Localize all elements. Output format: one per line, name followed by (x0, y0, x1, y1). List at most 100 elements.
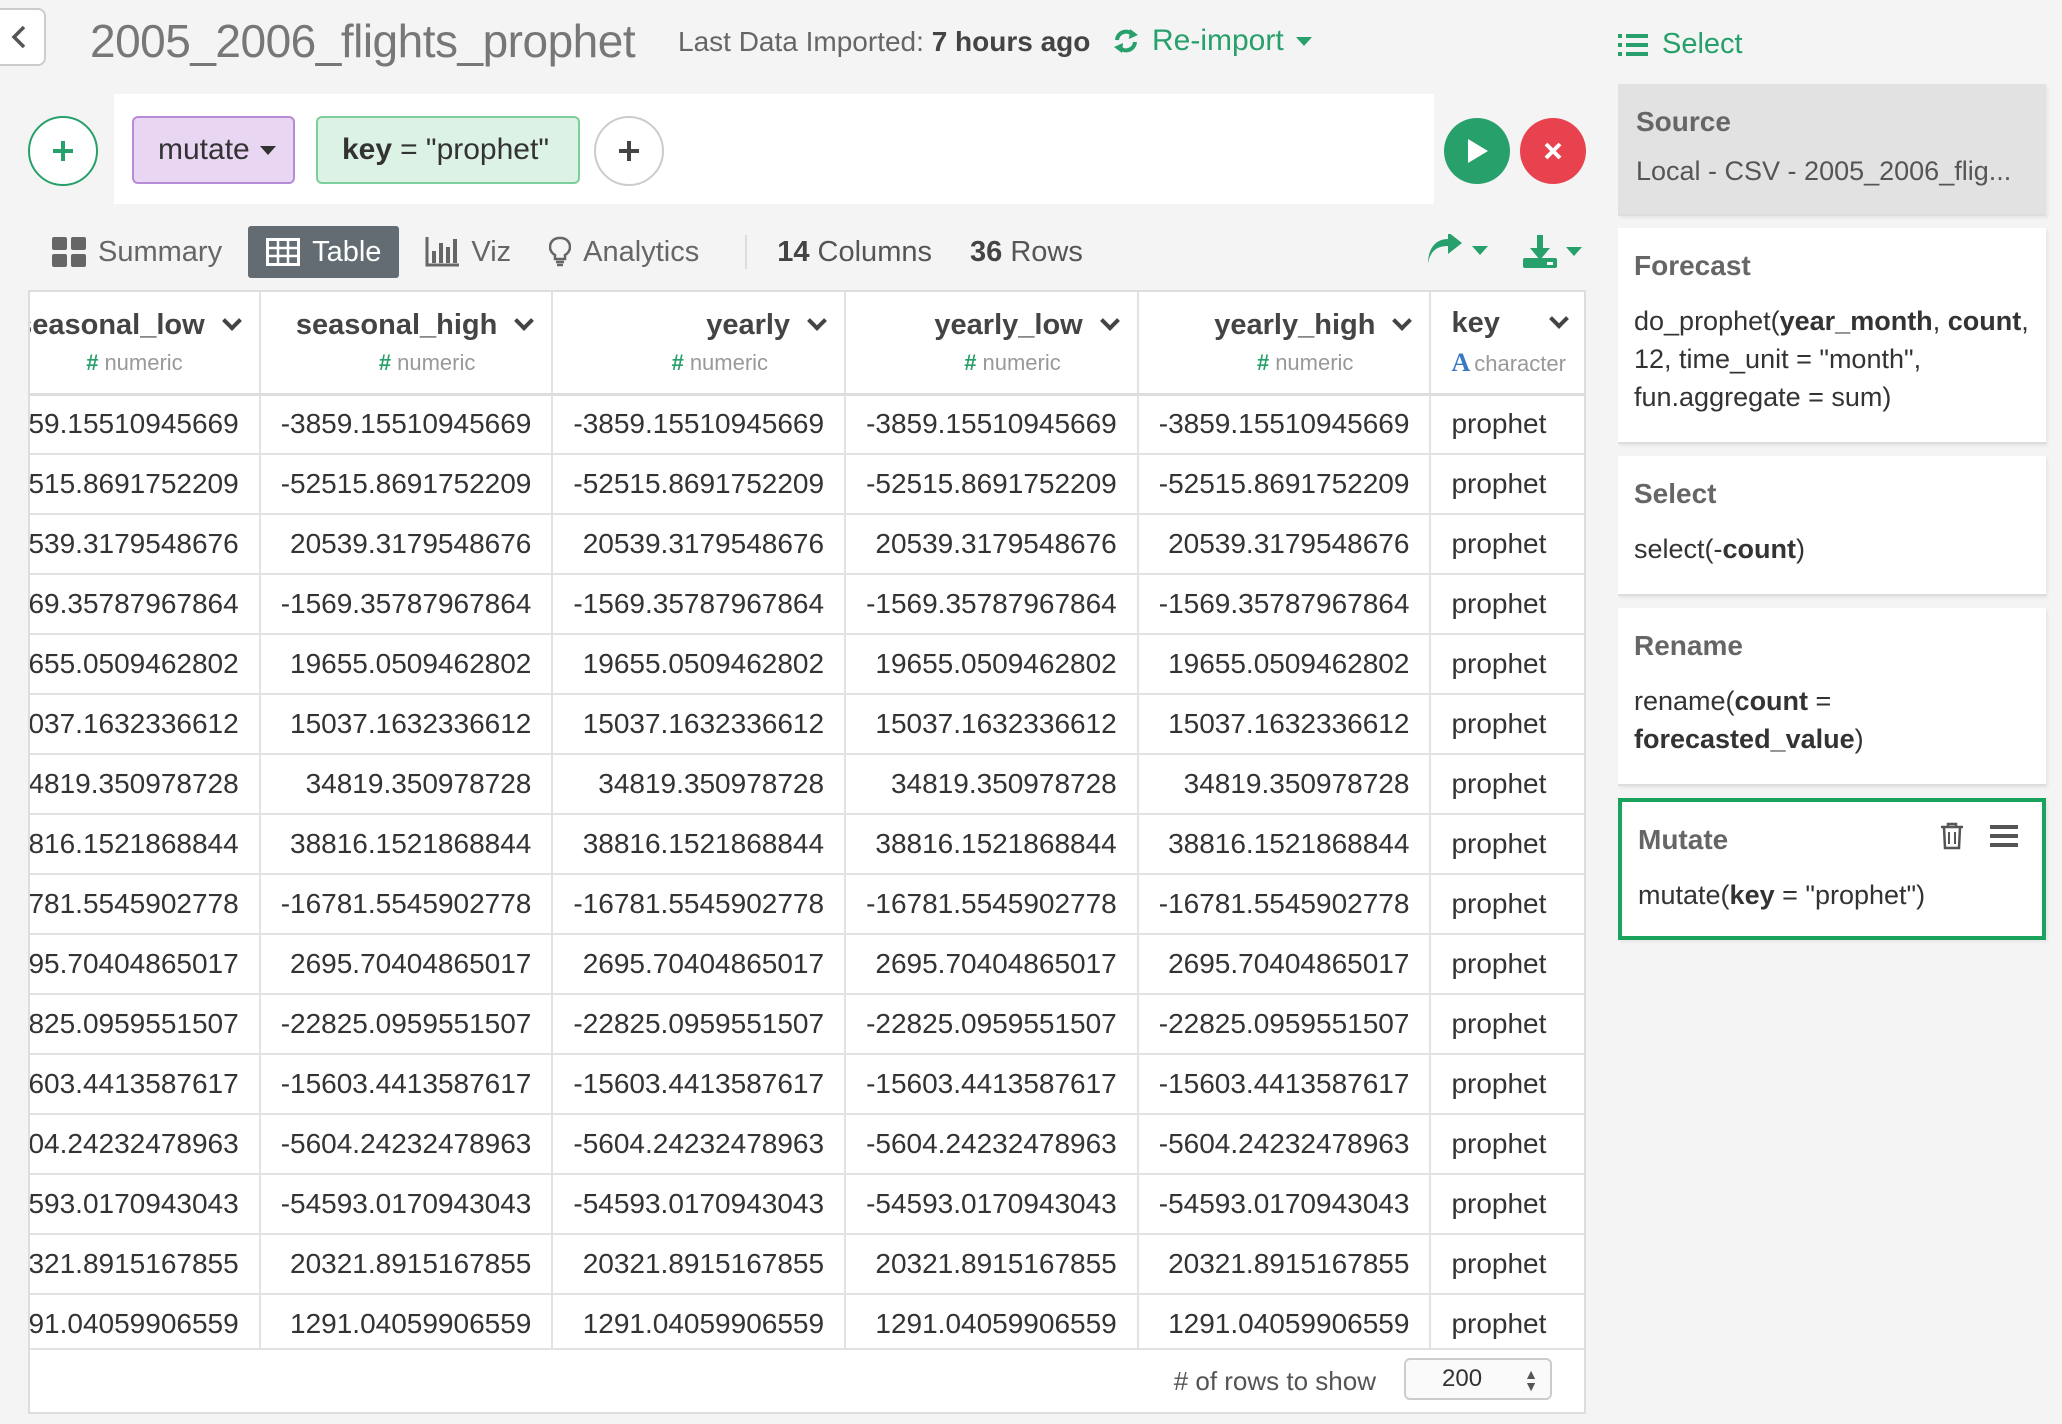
chevron-down-icon[interactable] (1549, 309, 1569, 330)
chevron-down-icon[interactable] (1392, 311, 1413, 332)
table-cell[interactable]: -5604.24232478963 (30, 1114, 261, 1175)
step-rename[interactable]: Rename rename(count = forecasted_value) (1618, 608, 2046, 786)
table-cell[interactable]: -1569.35787967864 (552, 574, 847, 635)
table-cell[interactable]: -15603.4413587617 (845, 1054, 1139, 1115)
column-header[interactable]: yearly_low # numeric (845, 292, 1139, 396)
trash-icon[interactable] (1940, 822, 1964, 850)
table-cell[interactable]: 19655.0509462802 (1137, 634, 1432, 695)
table-cell[interactable]: -52515.8691752209 (1137, 454, 1432, 515)
table-cell[interactable]: -15603.4413587617 (259, 1054, 554, 1115)
table-cell[interactable]: 20321.8915167855 (1137, 1234, 1432, 1295)
table-cell[interactable]: 20539.3179548676 (30, 514, 261, 575)
table-cell[interactable]: -3859.15510945669 (1137, 394, 1432, 455)
table-cell[interactable]: -52515.8691752209 (259, 454, 554, 515)
tab-analytics[interactable]: Analytics (537, 226, 711, 278)
run-button[interactable] (1444, 118, 1510, 184)
table-cell[interactable]: -54593.0170943043 (1137, 1174, 1432, 1235)
mutate-chip[interactable]: mutate (132, 116, 295, 184)
table-cell[interactable]: -1569.35787967864 (845, 574, 1139, 635)
table-cell[interactable]: -16781.5545902778 (30, 874, 261, 935)
table-cell[interactable]: 20321.8915167855 (30, 1234, 261, 1295)
table-cell[interactable]: 20321.8915167855 (552, 1234, 847, 1295)
table-cell[interactable]: 2695.70404865017 (845, 934, 1139, 995)
table-cell[interactable]: 38816.1521868844 (30, 814, 261, 875)
table-cell[interactable]: -22825.0959551507 (30, 994, 261, 1055)
table-cell[interactable]: 34819.350978728 (259, 754, 554, 815)
table-cell[interactable]: -54593.0170943043 (259, 1174, 554, 1235)
table-cell[interactable]: prophet (1430, 454, 1584, 515)
table-cell[interactable]: -15603.4413587617 (30, 1054, 261, 1115)
chevron-down-icon[interactable] (221, 311, 242, 332)
table-cell[interactable]: -15603.4413587617 (1137, 1054, 1432, 1115)
column-header[interactable]: seasonal_high # numeric (259, 292, 554, 396)
column-header[interactable]: yearly_high # numeric (1137, 292, 1432, 396)
table-cell[interactable]: 2695.70404865017 (1137, 934, 1432, 995)
table-cell[interactable]: 19655.0509462802 (259, 634, 554, 695)
step-mutate[interactable]: Mutate mutate(key = "prophet") (1618, 798, 2046, 940)
back-button[interactable] (0, 8, 46, 66)
table-cell[interactable]: -1569.35787967864 (259, 574, 554, 635)
table-cell[interactable]: prophet (1430, 574, 1584, 635)
column-header[interactable]: key Acharacter (1430, 292, 1584, 396)
table-cell[interactable]: 15037.1632336612 (30, 694, 261, 755)
tab-viz[interactable]: Viz (413, 226, 523, 278)
table-cell[interactable]: 1291.04059906559 (259, 1294, 554, 1355)
share-button[interactable] (1426, 234, 1488, 266)
table-cell[interactable]: 20321.8915167855 (845, 1234, 1139, 1295)
table-cell[interactable]: prophet (1430, 814, 1584, 875)
table-cell[interactable]: -22825.0959551507 (845, 994, 1139, 1055)
table-cell[interactable]: prophet (1430, 394, 1584, 455)
table-cell[interactable]: prophet (1430, 1174, 1584, 1235)
table-cell[interactable]: 38816.1521868844 (845, 814, 1139, 875)
table-cell[interactable]: prophet (1430, 1294, 1584, 1355)
table-cell[interactable]: prophet (1430, 1234, 1584, 1295)
select-mode-button[interactable]: Select (1618, 28, 1743, 61)
step-forecast[interactable]: Forecast do_prophet(year_month, count, 1… (1618, 228, 2046, 444)
tab-table[interactable]: Table (248, 226, 400, 278)
table-cell[interactable]: 20539.3179548676 (845, 514, 1139, 575)
table-cell[interactable]: 38816.1521868844 (552, 814, 847, 875)
key-expression-chip[interactable]: key = "prophet" (316, 116, 580, 184)
table-cell[interactable]: 2695.70404865017 (259, 934, 554, 995)
table-cell[interactable]: 19655.0509462802 (30, 634, 261, 695)
table-cell[interactable]: prophet (1430, 874, 1584, 935)
chevron-down-icon[interactable] (807, 311, 827, 332)
table-cell[interactable]: 15037.1632336612 (552, 694, 847, 755)
table-cell[interactable]: -1569.35787967864 (30, 574, 261, 635)
table-cell[interactable]: prophet (1430, 694, 1584, 755)
table-cell[interactable]: -54593.0170943043 (552, 1174, 847, 1235)
table-cell[interactable]: -3859.15510945669 (845, 394, 1139, 455)
add-step-button[interactable] (28, 116, 98, 186)
column-header[interactable]: yearly # numeric (552, 292, 847, 396)
table-cell[interactable]: prophet (1430, 934, 1584, 995)
table-cell[interactable]: -3859.15510945669 (30, 394, 261, 455)
table-cell[interactable]: 1291.04059906559 (552, 1294, 847, 1355)
table-cell[interactable]: -15603.4413587617 (552, 1054, 847, 1115)
table-cell[interactable]: -16781.5545902778 (259, 874, 554, 935)
download-button[interactable] (1522, 234, 1582, 268)
table-cell[interactable]: 19655.0509462802 (552, 634, 847, 695)
table-cell[interactable]: -5604.24232478963 (845, 1114, 1139, 1175)
reimport-button[interactable]: Re-import (1112, 24, 1312, 58)
table-cell[interactable]: 20539.3179548676 (259, 514, 554, 575)
table-cell[interactable]: 38816.1521868844 (1137, 814, 1432, 875)
data-table-container[interactable]: seasonal_low # numeric seasonal_high # numer… (28, 290, 1586, 1414)
table-cell[interactable]: -16781.5545902778 (1137, 874, 1432, 935)
table-cell[interactable]: -16781.5545902778 (845, 874, 1139, 935)
table-cell[interactable]: -54593.0170943043 (845, 1174, 1139, 1235)
table-cell[interactable]: 38816.1521868844 (259, 814, 554, 875)
step-select[interactable]: Select select(-count) (1618, 456, 2046, 596)
table-cell[interactable]: -16781.5545902778 (552, 874, 847, 935)
add-argument-button[interactable] (594, 116, 664, 186)
table-cell[interactable]: 34819.350978728 (552, 754, 847, 815)
table-cell[interactable]: 2695.70404865017 (552, 934, 847, 995)
table-cell[interactable]: prophet (1430, 514, 1584, 575)
table-cell[interactable]: 34819.350978728 (1137, 754, 1432, 815)
menu-icon[interactable] (1990, 825, 2018, 847)
table-cell[interactable]: 34819.350978728 (845, 754, 1139, 815)
table-cell[interactable]: 1291.04059906559 (845, 1294, 1139, 1355)
table-cell[interactable]: 15037.1632336612 (845, 694, 1139, 755)
table-cell[interactable]: 1291.04059906559 (30, 1294, 261, 1355)
table-cell[interactable]: 20539.3179548676 (552, 514, 847, 575)
table-cell[interactable]: -3859.15510945669 (259, 394, 554, 455)
